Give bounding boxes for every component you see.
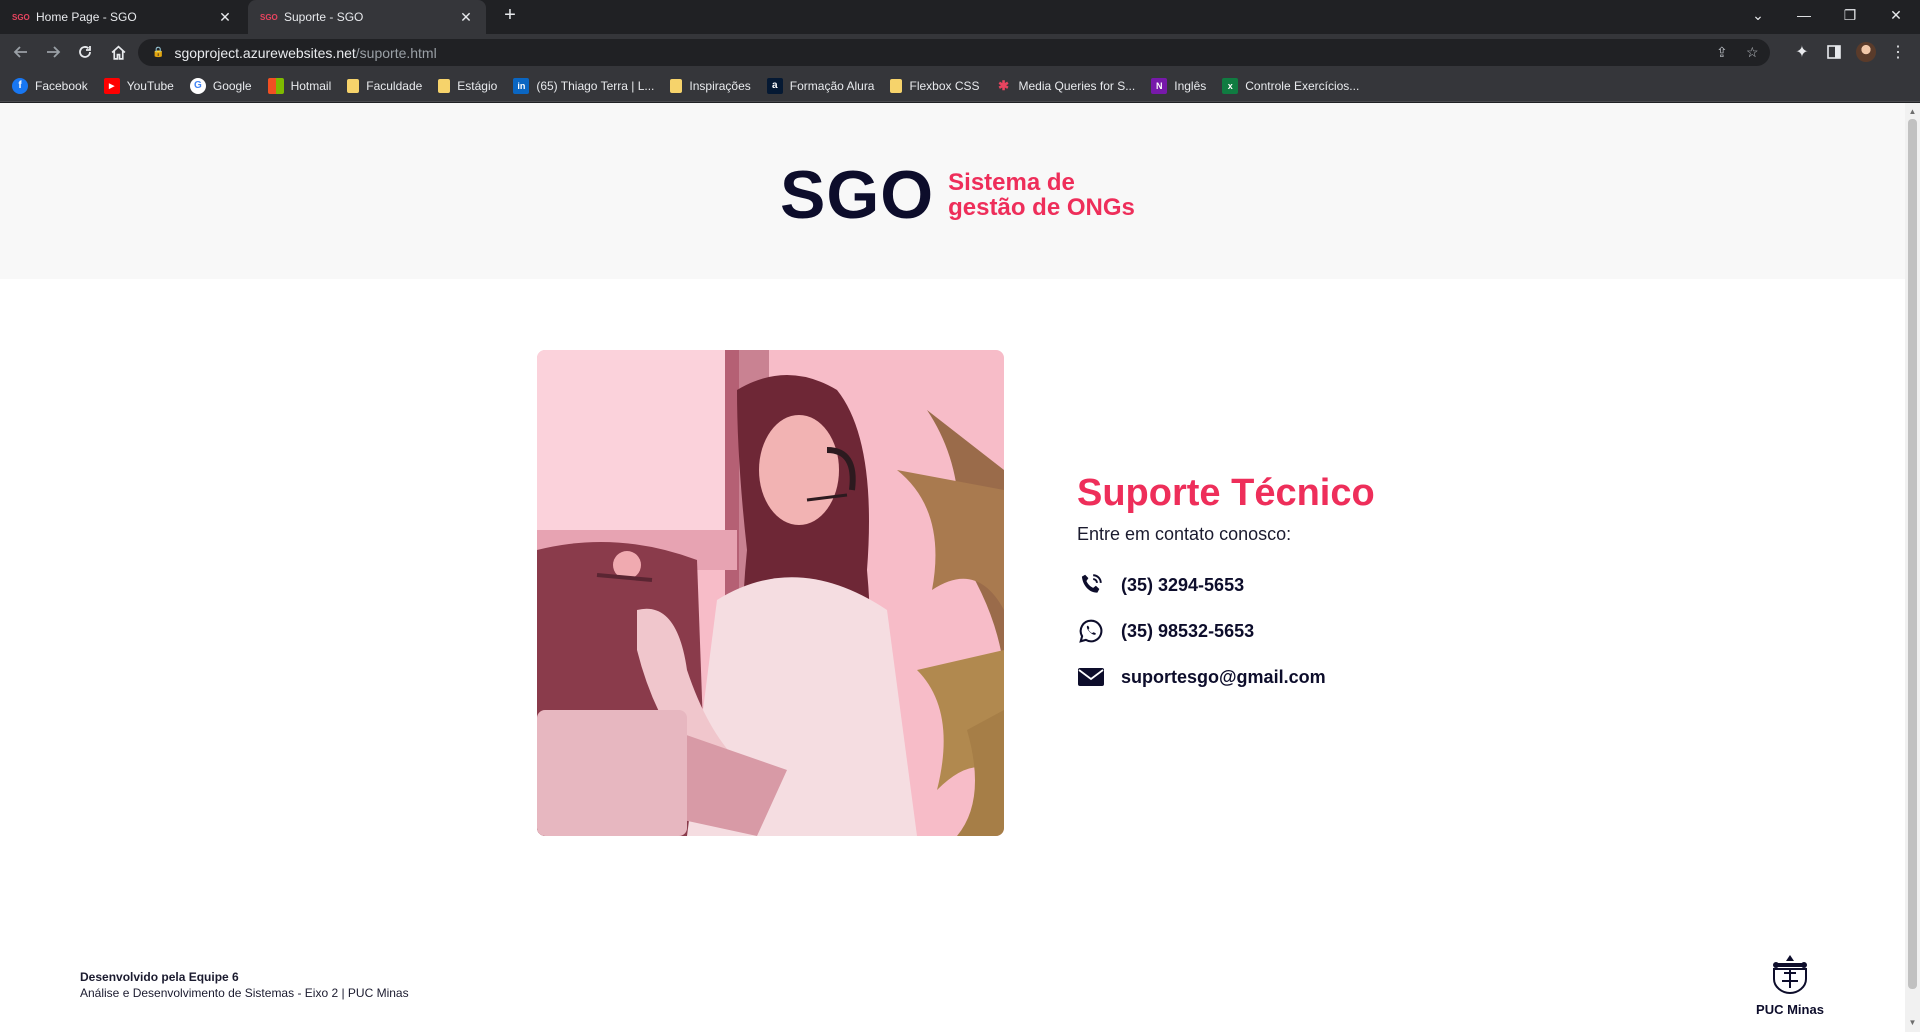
back-arrow-icon[interactable] bbox=[9, 40, 33, 64]
onenote-icon: N bbox=[1151, 77, 1168, 94]
mail-icon bbox=[1077, 663, 1105, 691]
youtube-icon: ▶ bbox=[103, 77, 120, 94]
bookmark-label: YouTube bbox=[126, 78, 174, 93]
home-icon[interactable] bbox=[106, 40, 130, 64]
contact-email[interactable]: suportesgo@gmail.com bbox=[1077, 663, 1375, 691]
tab-title: Home Page - SGO bbox=[36, 10, 137, 24]
logo-tagline-line2: gestão de ONGs bbox=[948, 194, 1135, 221]
bookmark-label: Inspirações bbox=[689, 78, 751, 93]
menu-kebab-icon[interactable]: ⋮ bbox=[1886, 40, 1910, 64]
bookmark-label: Flexbox CSS bbox=[909, 78, 980, 93]
whatsapp-icon bbox=[1077, 617, 1105, 645]
logo-tagline-line1: Sistema de bbox=[948, 169, 1075, 196]
puc-crest-icon bbox=[1773, 955, 1807, 995]
bookmark-google[interactable]: G Google bbox=[189, 77, 252, 94]
support-title: Suporte Técnico bbox=[1077, 472, 1375, 514]
bookmark-controle[interactable]: x Controle Exercícios... bbox=[1222, 77, 1360, 94]
tab-title: Suporte - SGO bbox=[284, 10, 364, 24]
logo-tagline: Sistema de gestão de ONGs bbox=[948, 170, 1135, 220]
bookmark-label: Inglês bbox=[1174, 78, 1207, 93]
alura-icon: a bbox=[766, 77, 783, 94]
bookmark-star-icon[interactable]: ☆ bbox=[1746, 39, 1759, 66]
folder-icon bbox=[438, 78, 451, 93]
sgo-favicon-icon: SGO bbox=[12, 12, 30, 22]
bookmark-label: Facebook bbox=[35, 78, 88, 93]
bookmark-youtube[interactable]: ▶ YouTube bbox=[103, 77, 174, 94]
footer-team: Desenvolvido pela Equipe 6 bbox=[80, 970, 239, 984]
contact-phone[interactable]: (35) 3294-5653 bbox=[1077, 571, 1375, 599]
bookmark-linkedin[interactable]: in (65) Thiago Terra | L... bbox=[513, 77, 655, 94]
linkedin-icon: in bbox=[513, 77, 530, 94]
facebook-icon: f bbox=[12, 77, 28, 94]
microsoft-icon bbox=[267, 77, 284, 94]
window-close-icon[interactable]: ✕ bbox=[1876, 0, 1916, 30]
url-path: /suporte.html bbox=[355, 44, 437, 61]
share-icon[interactable]: ⇪ bbox=[1716, 39, 1728, 66]
sgo-logo[interactable]: SGO Sistema de gestão de ONGs bbox=[780, 161, 1135, 229]
bookmark-hotmail[interactable]: Hotmail bbox=[267, 77, 332, 94]
bookmark-label: Faculdade bbox=[366, 78, 423, 93]
browser-toolbar: 🔒 sgoproject.azurewebsites.net/suporte.h… bbox=[0, 34, 1920, 70]
excel-icon: x bbox=[1222, 77, 1239, 94]
scroll-up-icon[interactable]: ▲ bbox=[1905, 105, 1920, 119]
page-scrollbar[interactable]: ▲ ▼ bbox=[1905, 103, 1920, 1032]
footer-credits: Desenvolvido pela Equipe 6 Análise e Des… bbox=[80, 969, 409, 1001]
tab-suporte[interactable]: SGO Suporte - SGO ✕ bbox=[248, 0, 486, 34]
bookmark-label: Controle Exercícios... bbox=[1245, 78, 1360, 93]
footer-course: Análise e Desenvolvimento de Sistemas - … bbox=[80, 986, 409, 1000]
support-info: Suporte Técnico Entre em contato conosco… bbox=[1077, 470, 1375, 691]
bookmark-faculdade[interactable]: Faculdade bbox=[347, 78, 423, 93]
profile-avatar[interactable] bbox=[1856, 42, 1876, 62]
close-tab-icon[interactable]: ✕ bbox=[458, 9, 474, 26]
bookmark-alura[interactable]: a Formação Alura bbox=[766, 77, 875, 94]
logo-mark: SGO bbox=[780, 157, 935, 233]
new-tab-button[interactable]: + bbox=[498, 4, 522, 27]
bookmark-label: Estágio bbox=[457, 78, 498, 93]
bookmark-label: (65) Thiago Terra | L... bbox=[536, 78, 655, 93]
bookmark-label: Formação Alura bbox=[789, 78, 875, 93]
bookmark-label: Google bbox=[212, 78, 252, 93]
tab-home[interactable]: SGO Home Page - SGO ✕ bbox=[0, 0, 245, 34]
contact-phone-value: (35) 3294-5653 bbox=[1121, 574, 1245, 595]
forward-arrow-icon[interactable] bbox=[41, 40, 65, 64]
contact-whatsapp[interactable]: (35) 98532-5653 bbox=[1077, 617, 1375, 645]
google-icon: G bbox=[189, 77, 206, 94]
side-panel-icon[interactable] bbox=[1822, 40, 1846, 64]
scroll-down-icon[interactable]: ▼ bbox=[1905, 1016, 1920, 1030]
minimize-icon[interactable]: — bbox=[1784, 0, 1824, 30]
asterisk-icon: ✱ bbox=[998, 77, 1009, 93]
bookmark-flexbox[interactable]: Flexbox CSS bbox=[890, 78, 980, 93]
url-host: sgoproject.azurewebsites.net bbox=[174, 44, 356, 61]
restore-icon[interactable]: ❐ bbox=[1830, 0, 1870, 30]
contact-whatsapp-value: (35) 98532-5653 bbox=[1121, 620, 1255, 641]
bookmark-facebook[interactable]: f Facebook bbox=[12, 77, 88, 94]
reload-icon[interactable] bbox=[73, 40, 97, 64]
puc-minas-logo[interactable]: PUC Minas bbox=[1752, 953, 1828, 1017]
extensions-icon[interactable]: ✦ bbox=[1790, 40, 1814, 64]
bookmark-media-queries[interactable]: ✱ Media Queries for S... bbox=[996, 77, 1136, 94]
support-subtitle: Entre em contato conosco: bbox=[1077, 524, 1292, 544]
page-viewport: SGO Sistema de gestão de ONGs Suporte Té… bbox=[0, 103, 1905, 1032]
bookmark-inspiracoes[interactable]: Inspirações bbox=[670, 78, 751, 93]
address-bar[interactable]: 🔒 sgoproject.azurewebsites.net/suporte.h… bbox=[138, 39, 1770, 66]
contact-email-value: suportesgo@gmail.com bbox=[1121, 666, 1326, 687]
folder-icon bbox=[347, 78, 360, 93]
close-tab-icon[interactable]: ✕ bbox=[217, 9, 233, 26]
bookmark-estagio[interactable]: Estágio bbox=[438, 78, 498, 93]
tab-search-icon[interactable]: ⌄ bbox=[1738, 0, 1778, 30]
bookmarks-bar: f Facebook ▶ YouTube G Google Hotmail Facul… bbox=[0, 70, 1920, 102]
scrollbar-thumb[interactable] bbox=[1908, 119, 1917, 989]
phone-icon bbox=[1077, 571, 1105, 599]
site-header: SGO Sistema de gestão de ONGs bbox=[0, 103, 1905, 279]
puc-minas-label: PUC Minas bbox=[1756, 1002, 1824, 1017]
sgo-favicon-icon: SGO bbox=[260, 12, 278, 22]
lock-icon[interactable]: 🔒 bbox=[152, 47, 164, 58]
bookmark-label: Hotmail bbox=[290, 78, 332, 93]
folder-icon bbox=[890, 78, 903, 93]
tab-strip: SGO Home Page - SGO ✕ SGO Suporte - SGO … bbox=[0, 0, 1920, 34]
bookmark-label: Media Queries for S... bbox=[1018, 78, 1136, 93]
folder-icon bbox=[670, 78, 683, 93]
bookmark-ingles[interactable]: N Inglês bbox=[1151, 77, 1207, 94]
support-agent-photo bbox=[537, 350, 1004, 836]
